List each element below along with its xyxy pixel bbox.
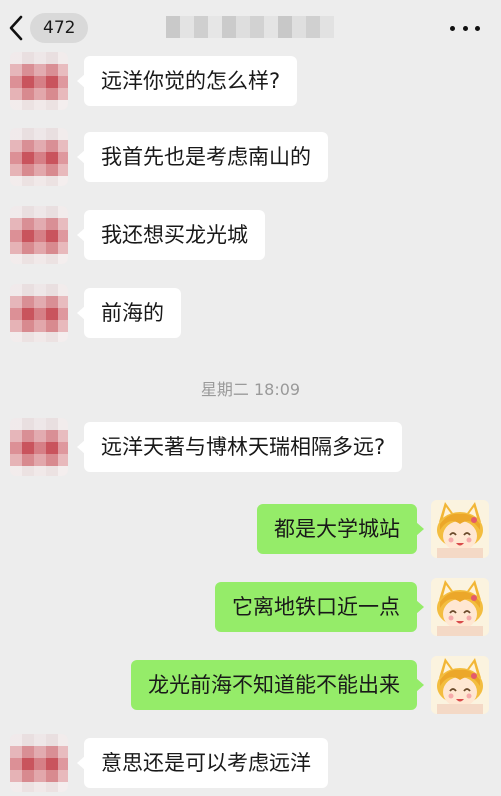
contact-avatar[interactable] [10,206,68,264]
my-avatar[interactable] [431,578,489,636]
contact-avatar[interactable] [10,128,68,186]
back-button[interactable]: 472 [8,12,89,44]
anime-fox-girl-avatar-icon [431,578,489,636]
contact-avatar[interactable] [10,418,68,476]
more-button[interactable] [450,18,480,38]
my-avatar[interactable] [431,656,489,714]
contact-avatar[interactable] [10,284,68,342]
message-timestamp: 星期二 18:09 [200,380,301,399]
chevron-left-icon [8,15,24,41]
incoming-message[interactable]: 远洋你觉的怎么样? [76,56,298,106]
incoming-message[interactable]: 我首先也是考虑南山的 [77,132,328,182]
contact-avatar[interactable] [10,734,68,792]
my-avatar[interactable] [431,500,489,558]
incoming-message[interactable]: 远洋天著与博林天瑞相隔多远? [76,422,403,472]
outgoing-message[interactable]: 龙光前海不知道能不能出来 [131,660,424,710]
incoming-message[interactable]: 前海的 [77,288,181,338]
anime-fox-girl-avatar-icon [431,500,489,558]
more-dots-icon [450,25,455,31]
contact-avatar[interactable] [10,52,68,110]
anime-fox-girl-avatar-icon [431,656,489,714]
incoming-message[interactable]: 意思还是可以考虑远洋 [77,738,328,788]
outgoing-message[interactable]: 都是大学城站 [257,504,424,554]
unread-count-badge: 472 [30,13,89,43]
chat-title-redacted [166,16,334,38]
chat-header: 472 [0,0,501,56]
outgoing-message[interactable]: 它离地铁口近一点 [215,582,424,632]
incoming-message[interactable]: 我还想买龙光城 [77,210,265,260]
